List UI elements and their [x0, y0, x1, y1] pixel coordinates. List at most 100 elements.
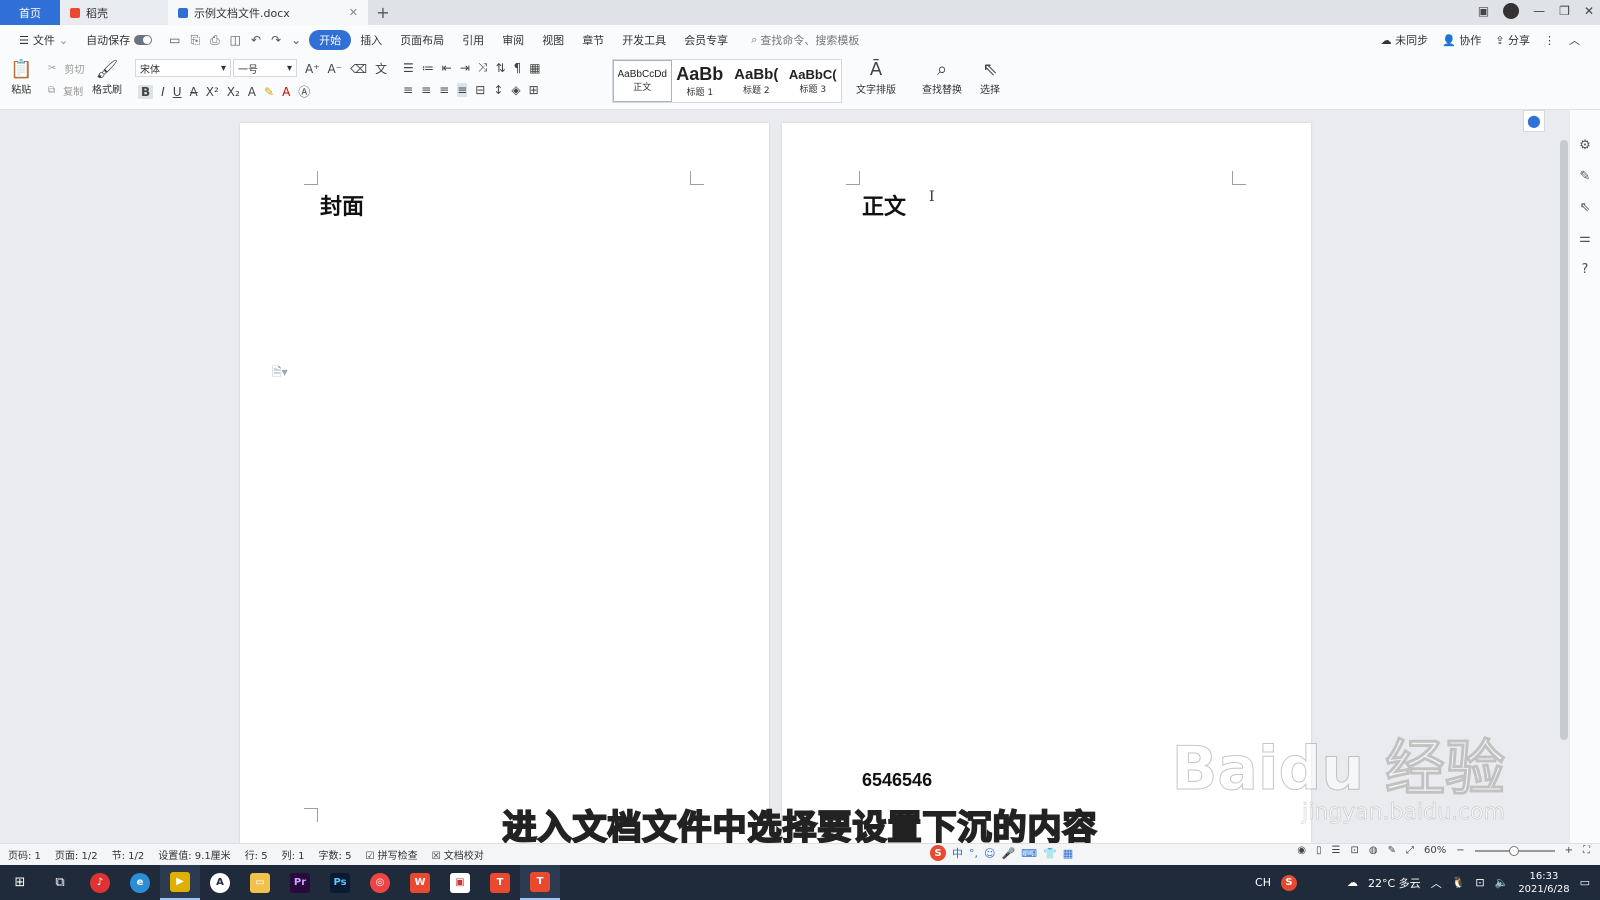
- menu-dev-tools[interactable]: 开发工具: [613, 30, 675, 50]
- menu-insert[interactable]: 插入: [351, 30, 391, 50]
- zoom-level[interactable]: 60%: [1424, 845, 1446, 856]
- format-painter-button[interactable]: 🖌 格式刷: [92, 59, 122, 96]
- qq-icon[interactable]: 🐧: [1452, 876, 1466, 889]
- eye-protect-icon[interactable]: ◉: [1297, 845, 1306, 856]
- footer-page-number[interactable]: 6546546: [862, 770, 932, 791]
- netease-music-icon[interactable]: ♪: [80, 865, 120, 900]
- italic-icon[interactable]: I: [161, 85, 165, 99]
- body-heading[interactable]: 正文: [862, 189, 906, 221]
- minimize-icon[interactable]: —: [1533, 4, 1545, 18]
- bold-icon[interactable]: B: [138, 84, 154, 99]
- status-page-code[interactable]: 页码: 1: [8, 847, 41, 862]
- style-heading-2[interactable]: AaBb( 标题 2: [728, 60, 785, 102]
- pinyin-icon[interactable]: 文: [375, 60, 387, 77]
- menu-chapter[interactable]: 章节: [573, 30, 613, 50]
- save-icon[interactable]: ▭: [169, 33, 180, 48]
- vertical-scrollbar[interactable]: [1558, 110, 1568, 843]
- decrease-indent-icon[interactable]: ⇤: [442, 61, 452, 75]
- menu-references[interactable]: 引用: [453, 30, 493, 50]
- numbered-list-icon[interactable]: ≔: [422, 61, 434, 75]
- ime-mic-icon[interactable]: 🎤: [1001, 847, 1015, 860]
- command-search[interactable]: ⌕ 查找命令、搜索模板: [751, 32, 859, 48]
- close-tab-icon[interactable]: ✕: [349, 6, 358, 19]
- fullscreen-icon[interactable]: ⛶: [1583, 845, 1590, 856]
- ime-punct-icon[interactable]: °,: [969, 847, 978, 860]
- ime-emoji-icon[interactable]: ☺: [984, 847, 995, 860]
- cover-heading[interactable]: 封面: [320, 189, 364, 221]
- increase-indent-icon[interactable]: ⇥: [460, 61, 470, 75]
- zoom-slider[interactable]: [1474, 845, 1555, 856]
- paste-options-icon[interactable]: 🗎▾: [272, 363, 288, 384]
- char-border-icon[interactable]: Ⓐ: [298, 83, 310, 100]
- style-panel-icon[interactable]: ⚙: [1579, 138, 1591, 153]
- superscript-icon[interactable]: X²: [206, 85, 219, 99]
- spell-check-button[interactable]: ☑ 拼写检查: [365, 847, 417, 862]
- pen-icon[interactable]: ✎: [1580, 169, 1591, 184]
- globe-icon[interactable]: ◍: [1369, 845, 1378, 856]
- cut-button[interactable]: ✂ 剪切: [48, 61, 84, 76]
- font-color-icon[interactable]: A: [282, 85, 290, 99]
- autosave-toggle[interactable]: 自动保存: [77, 30, 161, 50]
- chrome-icon[interactable]: ◎: [360, 865, 400, 900]
- sort-icon[interactable]: ⇅: [496, 61, 506, 75]
- status-section[interactable]: 节: 1/2: [112, 847, 145, 862]
- clear-format-icon[interactable]: ⌫: [350, 62, 367, 76]
- web-view-icon[interactable]: ⊡: [1350, 845, 1358, 856]
- outline-view-icon[interactable]: ☰: [1332, 845, 1341, 856]
- share-button[interactable]: ⇪ 分享: [1495, 32, 1530, 48]
- windows-start-icon[interactable]: ⊞: [0, 865, 40, 900]
- print-icon[interactable]: ⎙: [210, 33, 220, 48]
- font-family-select[interactable]: 宋体 ▾: [135, 59, 231, 77]
- video-app-icon[interactable]: ▶: [160, 865, 200, 900]
- line-spacing-icon[interactable]: ↕: [493, 83, 503, 97]
- shrink-font-icon[interactable]: A⁻: [328, 62, 343, 76]
- network-icon[interactable]: ⊡: [1475, 876, 1484, 889]
- volume-icon[interactable]: 🔈: [1495, 876, 1509, 889]
- undo-icon[interactable]: ↶: [251, 33, 261, 48]
- text-layout-button[interactable]: Ā 文字排版: [856, 59, 896, 96]
- photoshop-icon[interactable]: Ps: [320, 865, 360, 900]
- cursor-icon[interactable]: ⇖: [1580, 200, 1591, 215]
- page-cover[interactable]: 封面 🗎▾: [240, 123, 769, 843]
- align-left-icon[interactable]: ≡: [403, 83, 413, 97]
- browser-icon[interactable]: e: [120, 865, 160, 900]
- collaborate-button[interactable]: 👤 协作: [1442, 32, 1481, 48]
- new-tab-button[interactable]: +: [368, 0, 398, 25]
- zoom-out-icon[interactable]: −: [1456, 845, 1464, 856]
- text-effect-icon[interactable]: A: [248, 85, 256, 99]
- collapse-ribbon-icon[interactable]: ︿: [1569, 32, 1580, 48]
- style-normal[interactable]: AaBbCcDd 正文: [613, 60, 672, 102]
- language-indicator[interactable]: CH: [1255, 876, 1271, 889]
- menu-page-layout[interactable]: 页面布局: [391, 30, 453, 50]
- status-page-count[interactable]: 页面: 1/2: [55, 847, 98, 862]
- scrollbar-thumb[interactable]: [1560, 140, 1568, 740]
- presentation-icon[interactable]: ▣: [440, 865, 480, 900]
- file-explorer-icon[interactable]: ▭: [240, 865, 280, 900]
- print-preview-icon[interactable]: ◫: [230, 33, 241, 48]
- bullet-list-icon[interactable]: ☰: [403, 61, 414, 75]
- copy-button[interactable]: ⧉ 复制: [48, 83, 83, 98]
- paste-button[interactable]: 📋 粘贴: [10, 59, 32, 96]
- location-pin-icon[interactable]: ⬤: [1523, 110, 1545, 132]
- sogou-tray-icon[interactable]: S: [1281, 874, 1297, 891]
- ime-toolbox-icon[interactable]: ▦: [1063, 847, 1073, 860]
- tab-document[interactable]: 示例文档文件.docx ✕: [168, 0, 368, 25]
- more-menu-icon[interactable]: ⋮: [1544, 34, 1555, 47]
- weather-icon[interactable]: ☁: [1347, 876, 1358, 889]
- menu-view[interactable]: 视图: [533, 30, 573, 50]
- justify-icon[interactable]: ≡: [457, 83, 468, 97]
- help-icon[interactable]: ?: [1582, 262, 1589, 277]
- style-heading-1[interactable]: AaBb 标题 1: [672, 60, 729, 102]
- restore-icon[interactable]: ❐: [1559, 4, 1570, 18]
- doc-proofread-button[interactable]: ☒ 文档校对: [432, 847, 484, 862]
- sync-button[interactable]: ☁ 未同步: [1381, 32, 1429, 48]
- border-icon[interactable]: ⊞: [529, 83, 539, 97]
- ime-skin-icon[interactable]: 👕: [1043, 847, 1057, 860]
- style-heading-3[interactable]: AaBbC( 标题 3: [785, 60, 842, 102]
- weather-text[interactable]: 22°C 多云: [1368, 875, 1421, 891]
- notification-icon[interactable]: ▭: [1580, 876, 1590, 889]
- shading-icon[interactable]: ◈: [511, 83, 520, 97]
- system-clock[interactable]: 16:33 2021/6/28: [1518, 870, 1569, 896]
- close-window-icon[interactable]: ✕: [1584, 4, 1594, 18]
- pen-mode-icon[interactable]: ✎: [1388, 845, 1396, 856]
